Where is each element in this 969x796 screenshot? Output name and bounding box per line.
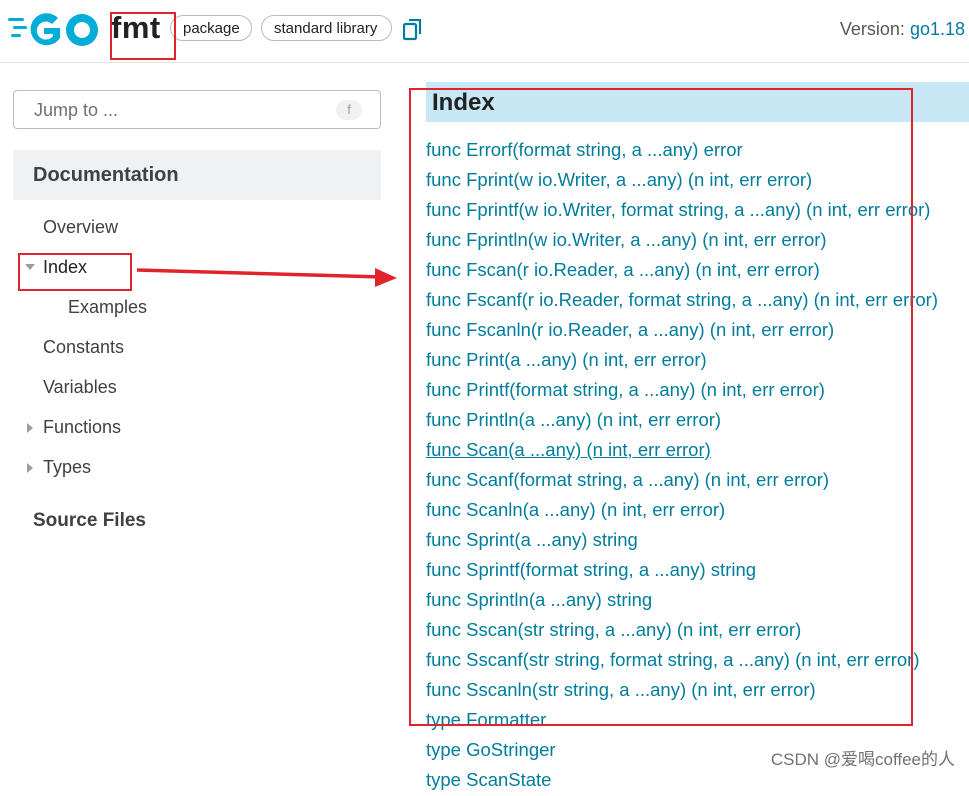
index-entry-scanstate[interactable]: type ScanState xyxy=(426,766,938,796)
annotation-box-index-list xyxy=(409,88,913,726)
annotation-box-index-item xyxy=(18,253,132,291)
version-link[interactable]: go1.18 xyxy=(910,19,965,39)
sidebar-item-overview[interactable]: Overview xyxy=(43,217,118,238)
annotation-arrow-icon xyxy=(136,268,397,287)
sidebar-item-constants[interactable]: Constants xyxy=(43,337,124,358)
version-info: Version: go1.18 xyxy=(840,19,965,40)
version-label: Version: xyxy=(839,19,910,39)
source-files-heading[interactable]: Source Files xyxy=(33,510,146,532)
documentation-section-header[interactable]: Documentation xyxy=(13,150,381,200)
annotation-box-package-name xyxy=(110,12,176,60)
keyboard-shortcut-badge: f xyxy=(336,100,362,120)
collapse-triangle-icon[interactable] xyxy=(27,423,33,433)
sidebar-item-examples[interactable]: Examples xyxy=(68,297,147,318)
sidebar-item-variables[interactable]: Variables xyxy=(43,377,117,398)
header-divider xyxy=(0,62,969,63)
documentation-title: Documentation xyxy=(33,164,179,186)
sidebar-item-functions[interactable]: Functions xyxy=(43,417,121,438)
sidebar-item-types[interactable]: Types xyxy=(43,457,91,478)
package-chip: package xyxy=(170,15,252,41)
collapse-triangle-icon[interactable] xyxy=(27,463,33,473)
csdn-watermark: CSDN @爱喝coffee的人 xyxy=(770,750,955,769)
standard-library-chip: standard library xyxy=(261,15,392,41)
copy-icon[interactable] xyxy=(403,19,423,41)
jump-to-input[interactable]: Jump to ... f xyxy=(13,90,381,129)
jump-to-placeholder: Jump to ... xyxy=(34,100,119,120)
go-logo-icon[interactable] xyxy=(8,8,103,50)
